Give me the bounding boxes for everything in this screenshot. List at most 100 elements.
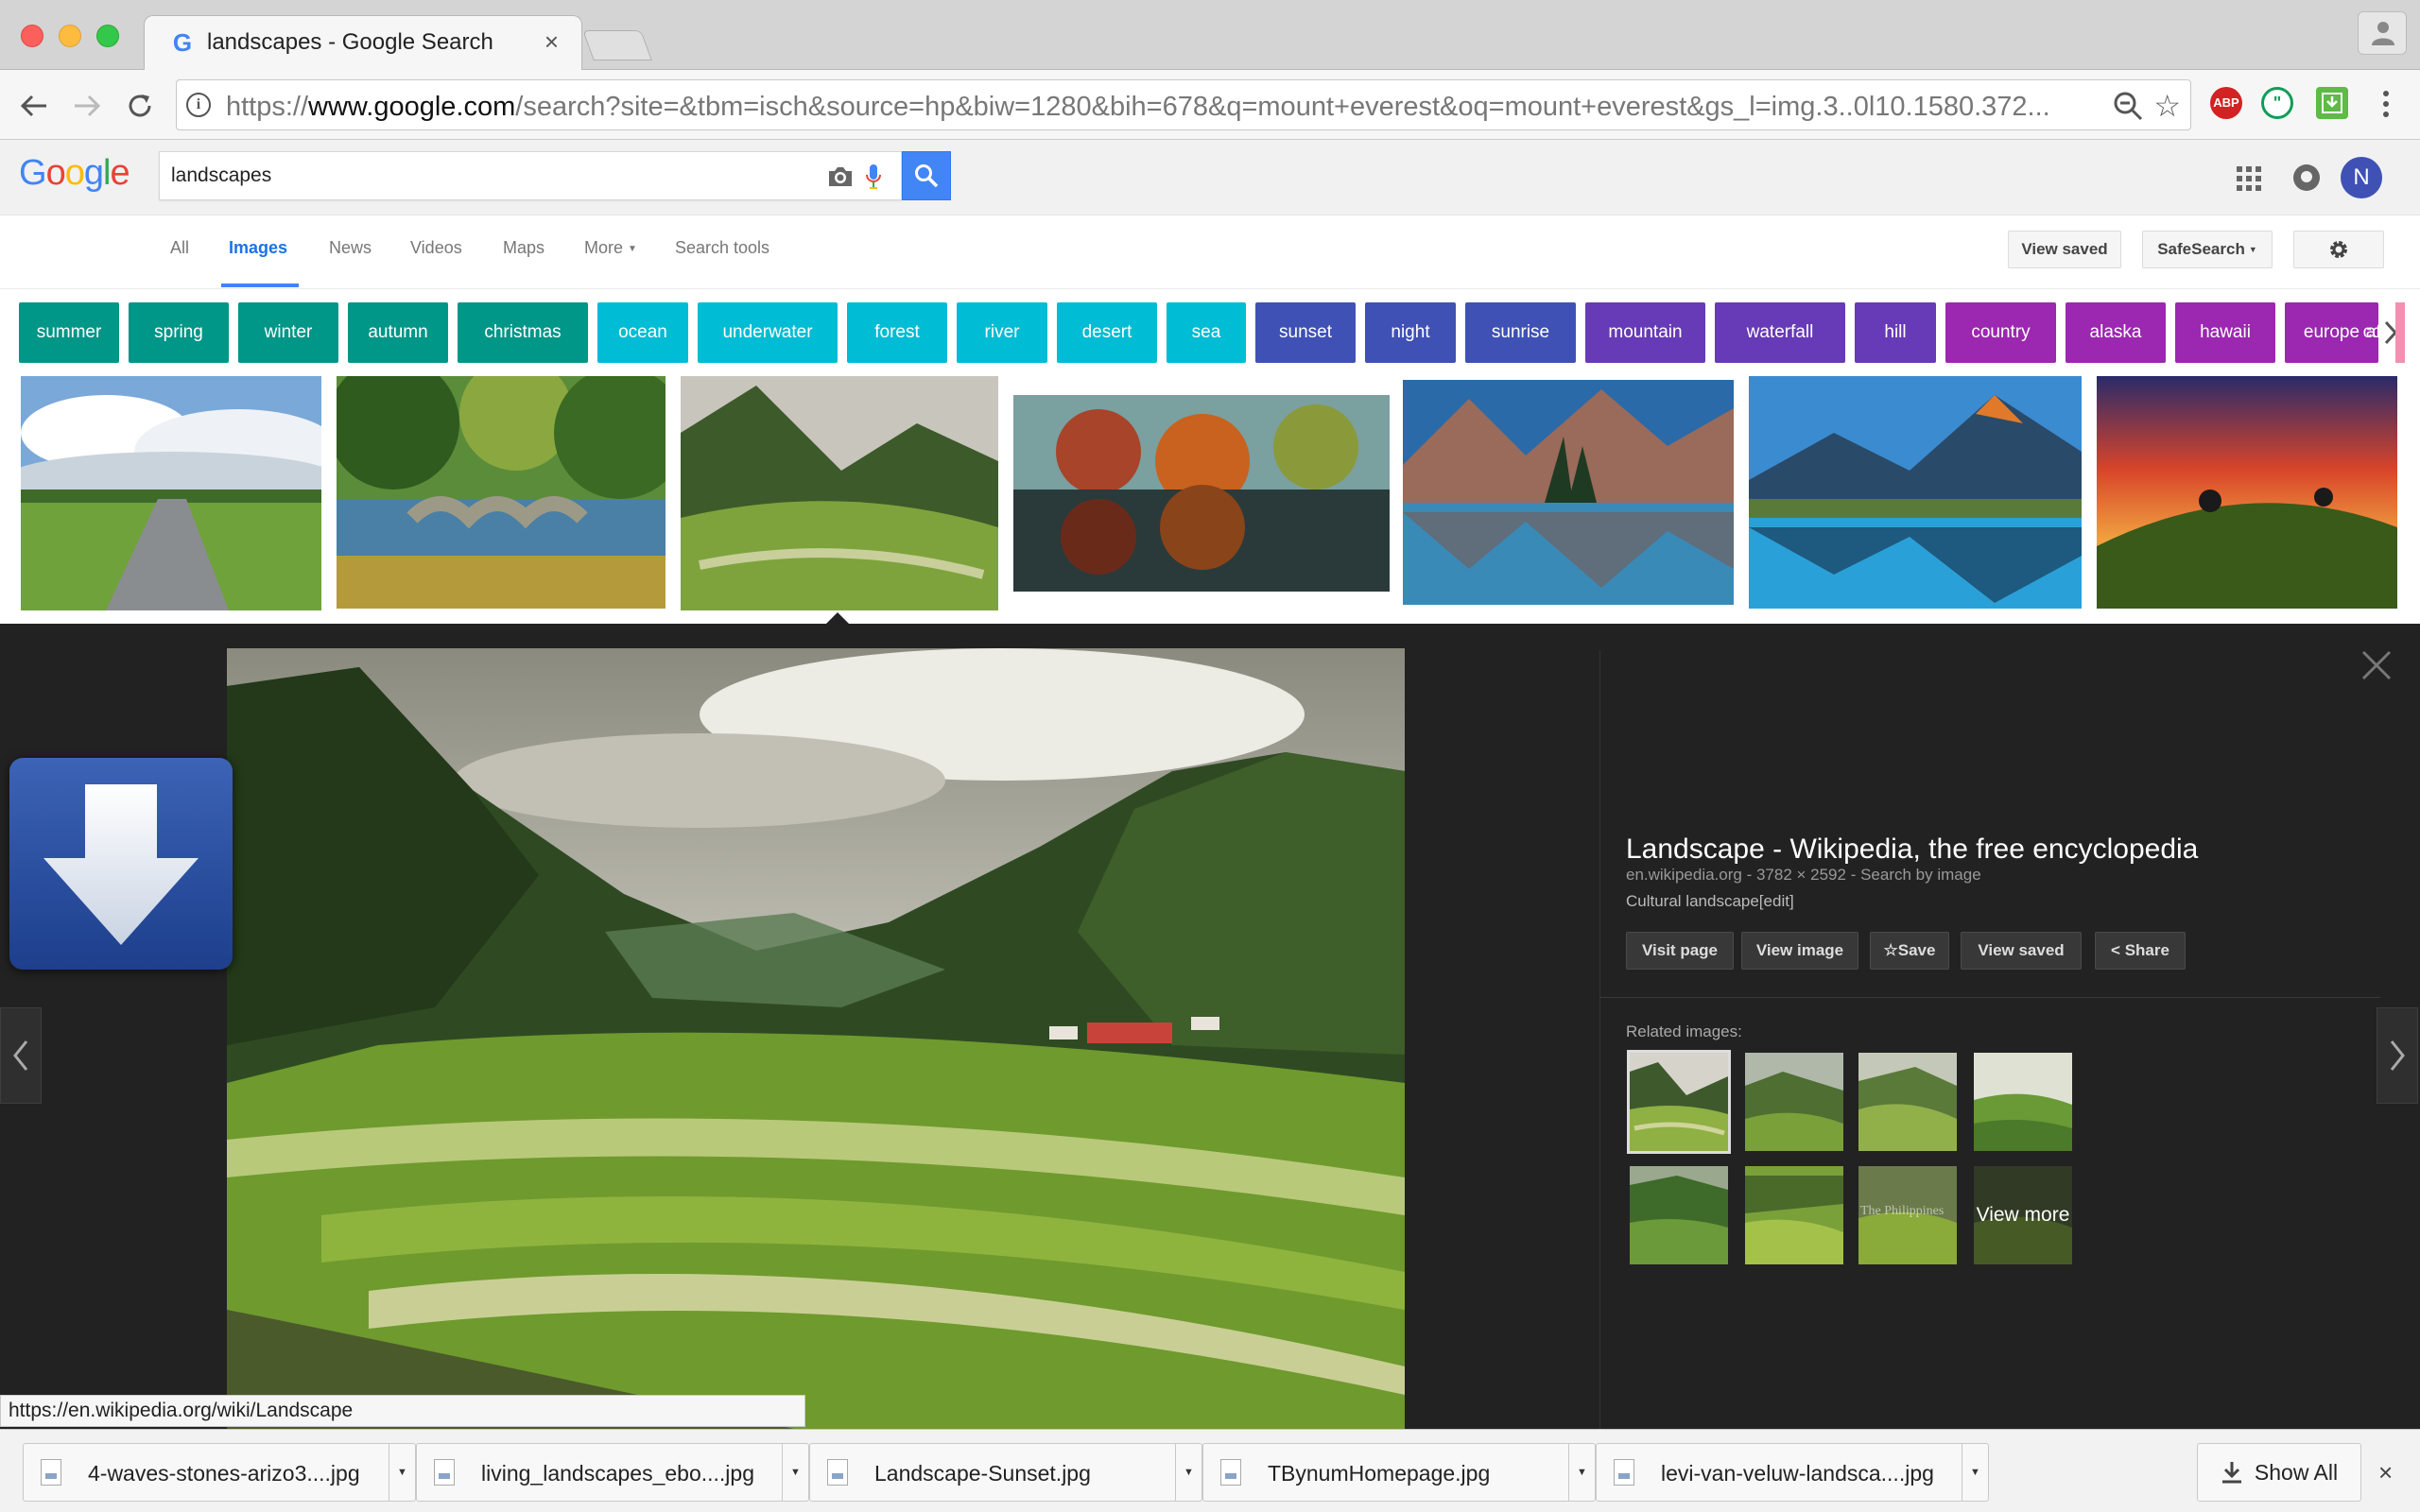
search-tools-button[interactable]: Search tools [675, 238, 769, 258]
close-icon[interactable] [2360, 648, 2394, 682]
download-item[interactable]: Landscape-Sunset.jpg ▼ [809, 1443, 1202, 1502]
profile-button[interactable] [2358, 11, 2407, 55]
visit-page-button[interactable]: Visit page [1626, 932, 1734, 970]
result-thumbnail[interactable] [1749, 376, 2082, 609]
forward-button[interactable] [68, 87, 106, 125]
search-chip-forest[interactable]: forest [847, 302, 947, 363]
related-image[interactable] [1974, 1053, 2072, 1151]
new-tab-button[interactable] [582, 30, 652, 60]
google-logo[interactable]: Google [19, 153, 130, 194]
chevron-left-icon [13, 1040, 28, 1071]
result-thumbnail-selected[interactable] [681, 376, 998, 610]
tab-all[interactable]: All [170, 238, 189, 258]
search-chip-spring[interactable]: spring [129, 302, 229, 363]
search-chip-sunrise[interactable]: sunrise [1465, 302, 1576, 363]
close-downloads-bar-button[interactable]: × [2378, 1458, 2393, 1487]
search-chip-sea[interactable]: sea [1167, 302, 1246, 363]
previous-image-button[interactable] [0, 1007, 42, 1104]
tab-more[interactable]: More ▼ [584, 238, 637, 258]
zoom-icon[interactable] [2113, 91, 2143, 121]
preview-image[interactable] [227, 648, 1405, 1429]
result-thumbnail[interactable] [1013, 395, 1390, 592]
back-button[interactable] [15, 87, 53, 125]
search-chip-hill[interactable]: hill [1855, 302, 1936, 363]
search-chip-autumn[interactable]: autumn [348, 302, 448, 363]
zoom-window-button[interactable] [96, 25, 119, 47]
search-input[interactable] [171, 152, 814, 199]
next-image-button[interactable] [2377, 1007, 2418, 1104]
camera-icon[interactable] [827, 165, 854, 188]
search-button[interactable] [902, 151, 951, 200]
search-chip-summer[interactable]: summer [19, 302, 119, 363]
url-text[interactable]: https://www.google.com/search?site=&tbm=… [226, 92, 2098, 123]
reload-button[interactable] [121, 87, 159, 125]
address-bar[interactable]: i https://www.google.com/search?site=&tb… [176, 79, 2191, 130]
settings-button[interactable] [2293, 231, 2384, 268]
search-chip-underwater[interactable]: underwater [698, 302, 838, 363]
minimize-window-button[interactable] [59, 25, 81, 47]
view-more-related[interactable]: View more [1974, 1166, 2072, 1264]
download-options-button[interactable]: ▼ [782, 1444, 808, 1501]
download-options-button[interactable]: ▼ [389, 1444, 415, 1501]
search-chip-hawaii[interactable]: hawaii [2175, 302, 2275, 363]
result-thumbnail[interactable] [337, 376, 666, 609]
show-all-downloads-button[interactable]: Show All [2197, 1443, 2361, 1502]
related-image[interactable] [1858, 1053, 1957, 1151]
download-item[interactable]: levi-van-veluw-landsca....jpg ▼ [1596, 1443, 1989, 1502]
search-chip-waterfall[interactable]: waterfall [1715, 302, 1845, 363]
view-saved-viewer-button[interactable]: View saved [1961, 932, 2082, 970]
adblock-plus-icon[interactable]: ABP [2210, 87, 2242, 119]
search-chip-christmas[interactable]: christmas [458, 302, 588, 363]
hangouts-icon[interactable]: " [2261, 87, 2293, 119]
share-button[interactable]: < Share [2095, 932, 2186, 970]
tab-google-search[interactable]: G landscapes - Google Search × [144, 15, 582, 72]
tab-close-button[interactable]: × [544, 27, 559, 57]
view-saved-button[interactable]: View saved [2008, 231, 2121, 268]
view-image-button[interactable]: View image [1741, 932, 1858, 970]
search-chip-alaska[interactable]: alaska [2066, 302, 2166, 363]
related-image[interactable] [1630, 1166, 1728, 1264]
download-overlay-icon[interactable] [9, 758, 233, 970]
download-item[interactable]: living_landscapes_ebo....jpg ▼ [416, 1443, 809, 1502]
image-file-icon [434, 1459, 455, 1486]
tab-news[interactable]: News [329, 238, 372, 258]
download-filename: living_landscapes_ebo....jpg [481, 1461, 754, 1486]
result-thumbnail[interactable] [1403, 380, 1734, 605]
tab-images[interactable]: Images [229, 238, 287, 258]
related-image[interactable] [1745, 1166, 1843, 1264]
download-options-button[interactable]: ▼ [1568, 1444, 1595, 1501]
search-chip-country[interactable]: country [1945, 302, 2056, 363]
chrome-menu-icon[interactable] [2375, 87, 2397, 121]
result-title[interactable]: Landscape - Wikipedia, the free encyclop… [1626, 833, 2198, 866]
view-more-label: View more [1974, 1166, 2072, 1264]
related-image[interactable] [1627, 1050, 1731, 1154]
download-options-button[interactable]: ▼ [1962, 1444, 1988, 1501]
microphone-icon[interactable] [865, 163, 882, 190]
download-extension-icon[interactable] [2316, 87, 2348, 119]
search-chip-desert[interactable]: desert [1057, 302, 1157, 363]
download-filename: TBynumHomepage.jpg [1268, 1461, 1491, 1486]
search-chip-river[interactable]: river [957, 302, 1047, 363]
search-chip-mountain[interactable]: mountain [1585, 302, 1705, 363]
tab-maps[interactable]: Maps [503, 238, 544, 258]
apps-grid-icon[interactable] [2237, 166, 2261, 191]
related-image[interactable] [1745, 1053, 1843, 1151]
search-chip-ocean[interactable]: ocean [597, 302, 688, 363]
download-item[interactable]: TBynumHomepage.jpg ▼ [1202, 1443, 1596, 1502]
close-window-button[interactable] [21, 25, 43, 47]
search-chip-winter[interactable]: winter [238, 302, 338, 363]
download-item[interactable]: 4-waves-stones-arizo3....jpg ▼ [23, 1443, 416, 1502]
download-options-button[interactable]: ▼ [1175, 1444, 1201, 1501]
avatar[interactable]: N [2341, 157, 2382, 198]
notifications-icon[interactable] [2293, 164, 2320, 191]
save-button[interactable]: ☆Save [1870, 932, 1949, 970]
search-chip-night[interactable]: night [1365, 302, 1456, 363]
result-thumbnail[interactable] [21, 376, 321, 610]
info-icon[interactable]: i [186, 93, 211, 117]
search-chip-sunset[interactable]: sunset [1255, 302, 1356, 363]
safesearch-button[interactable]: SafeSearch ▼ [2142, 231, 2273, 268]
related-image[interactable]: The Philippines [1858, 1166, 1957, 1264]
bookmark-star-icon[interactable]: ☆ [2153, 88, 2181, 124]
result-thumbnail[interactable] [2097, 376, 2397, 609]
tab-videos[interactable]: Videos [410, 238, 462, 258]
